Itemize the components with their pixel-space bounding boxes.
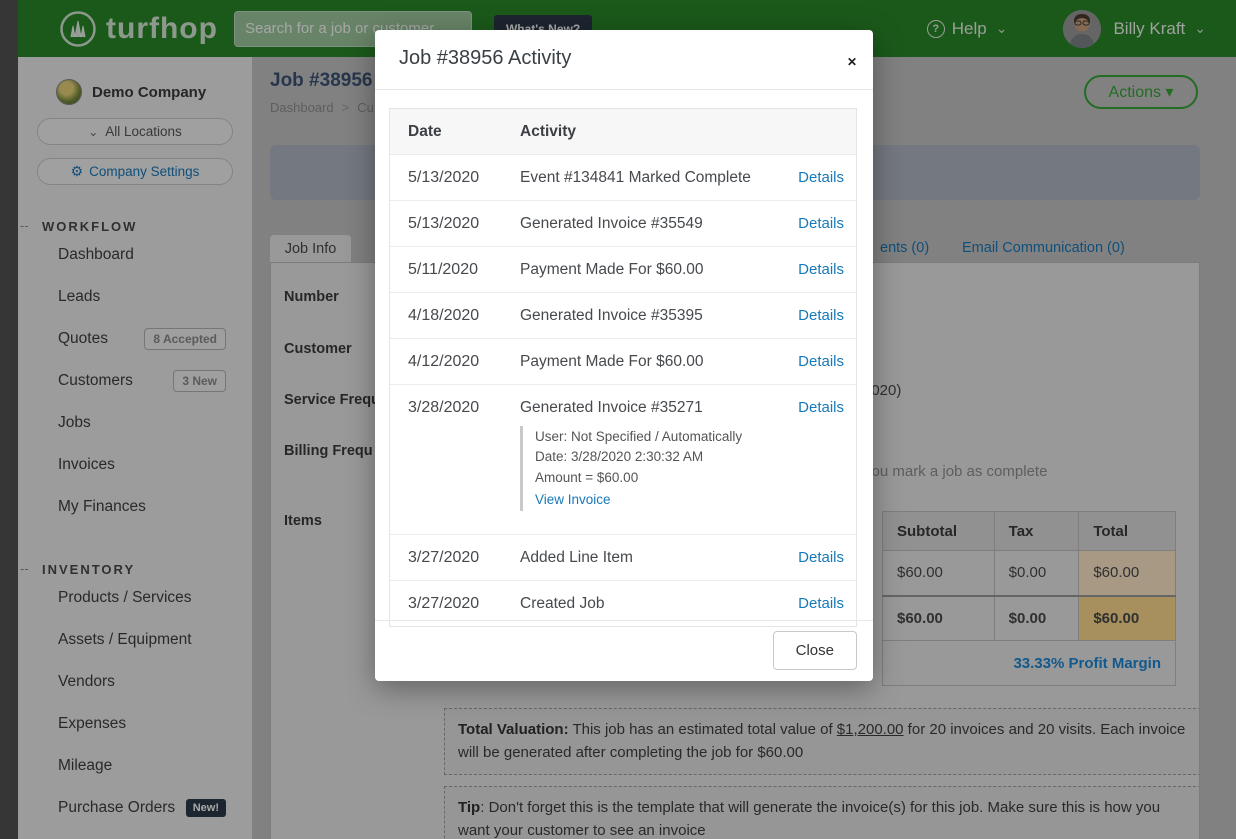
activity-table-header: Date Activity bbox=[390, 109, 856, 154]
details-link[interactable]: Details bbox=[798, 261, 844, 278]
activity-row: 5/11/2020 Payment Made For $60.00 Detail… bbox=[390, 246, 856, 292]
details-link[interactable]: Details bbox=[798, 215, 844, 232]
col-activity: Activity bbox=[508, 109, 776, 154]
close-icon[interactable]: ✕ bbox=[847, 56, 857, 68]
view-invoice-link[interactable]: View Invoice bbox=[535, 490, 611, 510]
activity-row: 3/27/2020 Added Line Item Details bbox=[390, 534, 856, 580]
activity-row-expanded: 3/28/2020 Generated Invoice #35271 User:… bbox=[390, 384, 856, 534]
activity-table: Date Activity 5/13/2020 Event #134841 Ma… bbox=[389, 108, 857, 627]
details-link[interactable]: Details bbox=[798, 353, 844, 370]
modal-title: Job #38956 Activity bbox=[399, 47, 571, 70]
details-link[interactable]: Details bbox=[798, 549, 844, 566]
modal-header: Job #38956 Activity ✕ bbox=[375, 30, 873, 90]
detail-user: User: Not Specified / Automatically bbox=[535, 427, 776, 447]
activity-detail-block: User: Not Specified / Automatically Date… bbox=[520, 426, 776, 511]
activity-row: 4/12/2020 Payment Made For $60.00 Detail… bbox=[390, 338, 856, 384]
activity-row: 4/18/2020 Generated Invoice #35395 Detai… bbox=[390, 292, 856, 338]
details-link[interactable]: Details bbox=[798, 307, 844, 324]
close-button[interactable]: Close bbox=[773, 631, 857, 670]
modal-footer: Close bbox=[375, 620, 873, 681]
details-link[interactable]: Details bbox=[798, 595, 844, 612]
activity-row: 5/13/2020 Event #134841 Marked Complete … bbox=[390, 154, 856, 200]
details-link[interactable]: Details bbox=[798, 399, 844, 416]
col-date: Date bbox=[390, 109, 508, 154]
detail-date: Date: 3/28/2020 2:30:32 AM bbox=[535, 447, 776, 467]
detail-amount: Amount = $60.00 bbox=[535, 468, 776, 488]
details-link[interactable]: Details bbox=[798, 169, 844, 186]
job-activity-modal: Job #38956 Activity ✕ Date Activity 5/13… bbox=[375, 30, 873, 681]
activity-row: 5/13/2020 Generated Invoice #35549 Detai… bbox=[390, 200, 856, 246]
